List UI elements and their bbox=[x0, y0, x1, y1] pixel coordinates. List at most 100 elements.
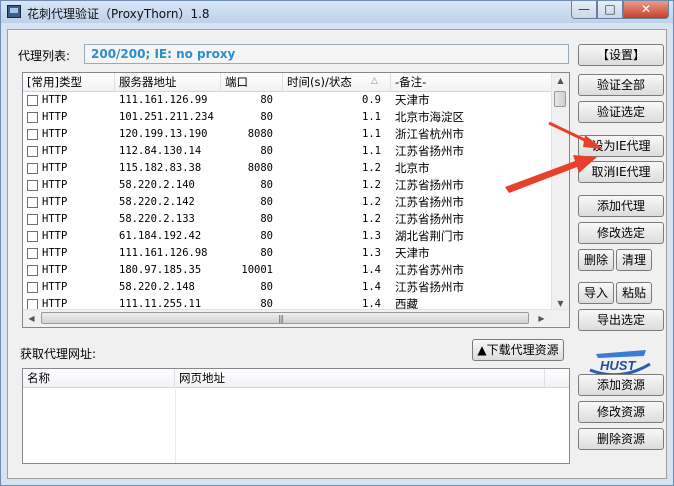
cell-type: HTTP bbox=[42, 196, 68, 208]
table-row[interactable]: HTTP 180.97.185.35 10001 1.4 江苏省苏州市 bbox=[23, 262, 553, 279]
row-checkbox[interactable] bbox=[27, 146, 38, 157]
table-row[interactable]: HTTP 58.220.2.140 80 1.2 江苏省扬州市 bbox=[23, 177, 553, 194]
edit-selected-button[interactable]: 修改选定 bbox=[578, 222, 664, 244]
cell-note: 浙江省杭州市 bbox=[395, 127, 464, 141]
row-checkbox[interactable] bbox=[27, 112, 38, 123]
main-window: 花刺代理验证（ProxyThorn）1.8 — □ ✕ 代理列表: 200/20… bbox=[0, 0, 674, 486]
cell-type: HTTP bbox=[42, 94, 68, 106]
cell-address: 58.220.2.140 bbox=[119, 179, 195, 191]
cell-type: HTTP bbox=[42, 213, 68, 225]
cell-type: HTTP bbox=[42, 162, 68, 174]
table-row[interactable]: HTTP 112.84.130.14 80 1.1 江苏省扬州市 bbox=[23, 143, 553, 160]
add-resource-button[interactable]: 添加资源 bbox=[578, 374, 664, 396]
cell-note: 江苏省扬州市 bbox=[395, 212, 464, 226]
scroll-left-icon[interactable]: ◀ bbox=[23, 314, 40, 323]
row-checkbox[interactable] bbox=[27, 197, 38, 208]
close-button[interactable]: ✕ bbox=[623, 1, 669, 19]
cell-address: 180.97.185.35 bbox=[119, 264, 202, 276]
paste-button[interactable]: 粘贴 bbox=[616, 282, 652, 304]
row-checkbox[interactable] bbox=[27, 265, 38, 276]
cell-time: 1.1 bbox=[362, 111, 381, 123]
table-row[interactable]: HTTP 58.220.2.148 80 1.4 江苏省扬州市 bbox=[23, 279, 553, 296]
cell-time: 0.9 bbox=[362, 94, 381, 106]
cell-type: HTTP bbox=[42, 247, 68, 259]
cell-time: 1.2 bbox=[362, 213, 381, 225]
verify-selected-button[interactable]: 验证选定 bbox=[578, 101, 664, 123]
import-button[interactable]: 导入 bbox=[578, 282, 614, 304]
row-checkbox[interactable] bbox=[27, 248, 38, 259]
cell-note: 江苏省扬州市 bbox=[395, 280, 464, 294]
row-checkbox[interactable] bbox=[27, 231, 38, 242]
client-area: 代理列表: 200/200; IE: no proxy [常用]类型 服务器地址… bbox=[7, 29, 667, 479]
clear-button[interactable]: 清理 bbox=[616, 249, 652, 271]
row-checkbox[interactable] bbox=[27, 180, 38, 191]
cell-address: 111.161.126.98 bbox=[119, 247, 208, 259]
cell-type: HTTP bbox=[42, 230, 68, 242]
table-row[interactable]: HTTP 61.184.192.42 80 1.3 湖北省荆门市 bbox=[23, 228, 553, 245]
delete-resource-button[interactable]: 删除资源 bbox=[578, 428, 664, 450]
cell-note: 江苏省扬州市 bbox=[395, 195, 464, 209]
export-selected-button[interactable]: 导出选定 bbox=[578, 309, 664, 331]
table-row[interactable]: HTTP 111.161.126.99 80 0.9 天津市 bbox=[23, 92, 553, 109]
scroll-right-icon[interactable]: ▶ bbox=[533, 314, 550, 323]
col-header-port[interactable]: 端口 bbox=[221, 73, 283, 91]
table-row[interactable]: HTTP 58.220.2.133 80 1.2 江苏省扬州市 bbox=[23, 211, 553, 228]
proxy-list-header: [常用]类型 服务器地址 端口 时间(s)/状态 △ -备注- bbox=[23, 73, 553, 92]
cell-address: 61.184.192.42 bbox=[119, 230, 202, 242]
cell-time: 1.3 bbox=[362, 230, 381, 242]
scroll-down-icon[interactable]: ▼ bbox=[552, 299, 569, 308]
row-checkbox[interactable] bbox=[27, 163, 38, 174]
cell-port: 80 bbox=[260, 111, 273, 123]
delete-button[interactable]: 删除 bbox=[578, 249, 614, 271]
resource-list-header: 名称 网页地址 bbox=[23, 369, 569, 388]
proxy-list[interactable]: [常用]类型 服务器地址 端口 时间(s)/状态 △ -备注- HTTP 111.… bbox=[22, 72, 570, 328]
column-divider bbox=[175, 387, 176, 463]
row-checkbox[interactable] bbox=[27, 282, 38, 293]
sort-ascending-icon: △ bbox=[371, 76, 378, 86]
col-header-type[interactable]: [常用]类型 bbox=[23, 73, 115, 91]
row-checkbox[interactable] bbox=[27, 214, 38, 225]
add-proxy-button[interactable]: 添加代理 bbox=[578, 195, 664, 217]
cell-address: 111.161.126.99 bbox=[119, 94, 208, 106]
cell-time: 1.2 bbox=[362, 162, 381, 174]
cell-port: 80 bbox=[260, 281, 273, 293]
cell-type: HTTP bbox=[42, 111, 68, 123]
download-resources-button[interactable]: ▲下载代理资源 bbox=[472, 339, 564, 361]
table-row[interactable]: HTTP 58.220.2.142 80 1.2 江苏省扬州市 bbox=[23, 194, 553, 211]
proxy-list-vscrollbar[interactable]: ▲ ▼ bbox=[551, 73, 569, 311]
window-title: 花刺代理验证（ProxyThorn）1.8 bbox=[27, 7, 210, 21]
maximize-button[interactable]: □ bbox=[597, 1, 623, 19]
scroll-up-icon[interactable]: ▲ bbox=[552, 76, 569, 85]
resource-list[interactable]: 名称 网页地址 bbox=[22, 368, 570, 464]
minimize-button[interactable]: — bbox=[571, 1, 597, 19]
cell-address: 101.251.211.234 bbox=[119, 111, 214, 123]
hscroll-thumb[interactable]: ||| bbox=[41, 312, 529, 324]
set-ie-proxy-button[interactable]: 设为IE代理 bbox=[578, 135, 664, 157]
cell-port: 8080 bbox=[247, 162, 273, 174]
vscroll-thumb[interactable] bbox=[554, 91, 566, 107]
col-header-name[interactable]: 名称 bbox=[23, 369, 175, 387]
edit-resource-button[interactable]: 修改资源 bbox=[578, 401, 664, 423]
cell-address: 58.220.2.148 bbox=[119, 281, 195, 293]
proxy-list-hscrollbar[interactable]: ◀ ||| ▶ bbox=[23, 309, 569, 327]
cell-time: 1.4 bbox=[362, 264, 381, 276]
verify-all-button[interactable]: 验证全部 bbox=[578, 74, 664, 96]
cell-time: 1.1 bbox=[362, 128, 381, 140]
cell-address: 58.220.2.142 bbox=[119, 196, 195, 208]
row-checkbox[interactable] bbox=[27, 95, 38, 106]
proxy-list-label: 代理列表: bbox=[18, 49, 71, 63]
cell-time: 1.3 bbox=[362, 247, 381, 259]
cell-port: 80 bbox=[260, 196, 273, 208]
col-header-note[interactable]: -备注- bbox=[391, 73, 553, 91]
cell-note: 北京市 bbox=[395, 161, 430, 175]
table-row[interactable]: HTTP 115.182.83.38 8080 1.2 北京市 bbox=[23, 160, 553, 177]
cancel-ie-proxy-button[interactable]: 取消IE代理 bbox=[578, 161, 664, 183]
settings-button[interactable]: 【设置】 bbox=[578, 44, 664, 66]
table-row[interactable]: HTTP 111.161.126.98 80 1.3 天津市 bbox=[23, 245, 553, 262]
col-header-address[interactable]: 服务器地址 bbox=[115, 73, 221, 91]
col-header-url[interactable]: 网页地址 bbox=[175, 369, 545, 387]
row-checkbox[interactable] bbox=[27, 129, 38, 140]
cell-time: 1.2 bbox=[362, 196, 381, 208]
table-row[interactable]: HTTP 101.251.211.234 80 1.1 北京市海淀区 bbox=[23, 109, 553, 126]
table-row[interactable]: HTTP 120.199.13.190 8080 1.1 浙江省杭州市 bbox=[23, 126, 553, 143]
